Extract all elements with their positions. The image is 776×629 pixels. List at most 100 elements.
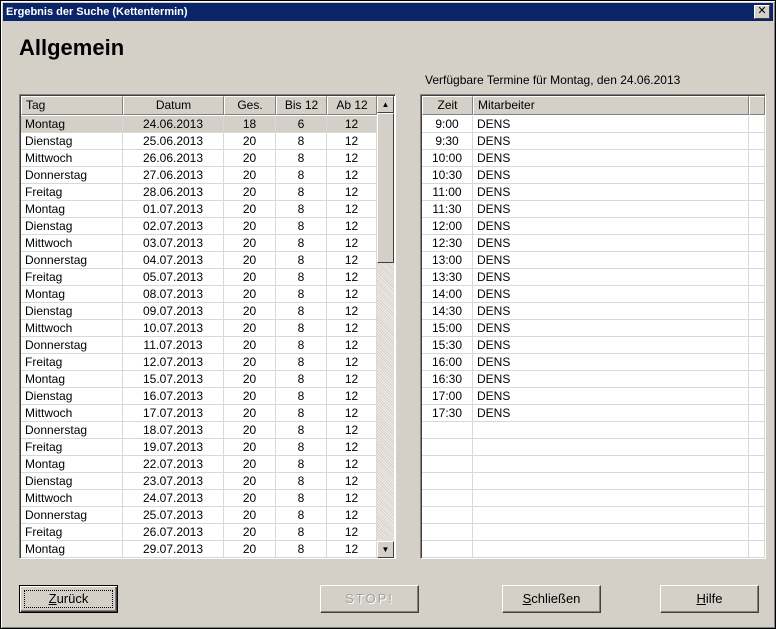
table-cell: Montag: [21, 201, 123, 218]
table-cell: 11:00: [422, 184, 473, 201]
table-row[interactable]: Freitag 19.07.2013 20 8 12: [21, 439, 377, 456]
column-header-tag[interactable]: Tag: [21, 96, 123, 115]
table-row[interactable]: Donnerstag 11.07.2013 20 8 12: [21, 337, 377, 354]
table-row[interactable]: Montag 22.07.2013 20 8 12: [21, 456, 377, 473]
days-table[interactable]: Tag Datum Ges. Bis 12 Ab 12 Montag 24.06.2013…: [19, 94, 396, 559]
table-row[interactable]: Mittwoch 10.07.2013 20 8 12: [21, 320, 377, 337]
table-cell: 17:30: [422, 405, 473, 422]
column-header-bis-12[interactable]: Bis 12: [276, 96, 327, 115]
table-row[interactable]: 11:00 DENS: [422, 184, 765, 201]
column-header-ab-12[interactable]: Ab 12: [327, 96, 377, 115]
table-row[interactable]: 17:00 DENS: [422, 388, 765, 405]
table-row[interactable]: 16:00 DENS: [422, 354, 765, 371]
table-cell: Donnerstag: [21, 337, 123, 354]
table-row[interactable]: Dienstag 02.07.2013 20 8 12: [21, 218, 377, 235]
column-header-ges[interactable]: Ges.: [224, 96, 276, 115]
table-cell: 17.07.2013: [123, 405, 224, 422]
table-row[interactable]: 13:00 DENS: [422, 252, 765, 269]
table-row[interactable]: Mittwoch 24.07.2013 20 8 12: [21, 490, 377, 507]
table-cell: 8: [276, 473, 327, 490]
table-cell: [473, 422, 749, 439]
table-row[interactable]: 10:00 DENS: [422, 150, 765, 167]
table-row[interactable]: Mittwoch 26.06.2013 20 8 12: [21, 150, 377, 167]
table-cell: 8: [276, 133, 327, 150]
table-row[interactable]: 14:30 DENS: [422, 303, 765, 320]
table-row[interactable]: Montag 15.07.2013 20 8 12: [21, 371, 377, 388]
table-row[interactable]: Mittwoch 03.07.2013 20 8 12: [21, 235, 377, 252]
table-row[interactable]: 16:30 DENS: [422, 371, 765, 388]
table-row[interactable]: Freitag 05.07.2013 20 8 12: [21, 269, 377, 286]
table-row[interactable]: 17:30 DENS: [422, 405, 765, 422]
table-cell: [422, 456, 473, 473]
table-row[interactable]: Dienstag 25.06.2013 20 8 12: [21, 133, 377, 150]
scroll-up-button[interactable]: ▲: [377, 96, 394, 113]
table-row[interactable]: 11:30 DENS: [422, 201, 765, 218]
table-cell: 12: [327, 422, 377, 439]
column-header-zeit[interactable]: Zeit: [422, 96, 473, 115]
table-row[interactable]: Dienstag 09.07.2013 20 8 12: [21, 303, 377, 320]
table-cell: 20: [224, 167, 276, 184]
table-row[interactable]: Montag 08.07.2013 20 8 12: [21, 286, 377, 303]
table-row[interactable]: 10:30 DENS: [422, 167, 765, 184]
table-cell: DENS: [473, 354, 749, 371]
table-row[interactable]: 15:30 DENS: [422, 337, 765, 354]
table-cell: 8: [276, 320, 327, 337]
table-cell: 20: [224, 269, 276, 286]
stop-button[interactable]: STOP!: [320, 585, 419, 613]
table-row[interactable]: Freitag 12.07.2013 20 8 12: [21, 354, 377, 371]
table-cell: Montag: [21, 541, 123, 558]
arrow-up-icon: ▲: [381, 100, 390, 109]
table-row[interactable]: 12:30 DENS: [422, 235, 765, 252]
table-cell: DENS: [473, 167, 749, 184]
table-row[interactable]: 13:30 DENS: [422, 269, 765, 286]
scroll-thumb[interactable]: [377, 113, 394, 263]
table-cell: [749, 371, 765, 388]
table-cell: [749, 439, 765, 456]
table-cell: [473, 524, 749, 541]
table-row[interactable]: Donnerstag 04.07.2013 20 8 12: [21, 252, 377, 269]
table-row[interactable]: Donnerstag 25.07.2013 20 8 12: [21, 507, 377, 524]
table-row[interactable]: 15:00 DENS: [422, 320, 765, 337]
table-row[interactable]: 9:30 DENS: [422, 133, 765, 150]
days-table-scrollbar[interactable]: ▲ ▼: [377, 96, 394, 558]
table-cell: 29.07.2013: [123, 541, 224, 558]
table-cell: 25.07.2013: [123, 507, 224, 524]
close-button[interactable]: Schließen: [502, 585, 601, 613]
table-cell: 12: [327, 405, 377, 422]
close-window-button[interactable]: ✕: [754, 5, 770, 19]
table-cell: [749, 405, 765, 422]
table-row[interactable]: 14:00 DENS: [422, 286, 765, 303]
table-row[interactable]: Donnerstag 18.07.2013 20 8 12: [21, 422, 377, 439]
table-cell: 12: [327, 388, 377, 405]
column-header-mitarbeiter[interactable]: Mitarbeiter: [473, 96, 749, 115]
table-cell: [473, 490, 749, 507]
column-header-datum[interactable]: Datum: [123, 96, 224, 115]
table-row[interactable]: Montag 01.07.2013 20 8 12: [21, 201, 377, 218]
table-cell: 20: [224, 150, 276, 167]
table-cell: 8: [276, 507, 327, 524]
table-cell: 9:00: [422, 116, 473, 133]
table-cell: [749, 490, 765, 507]
table-row[interactable]: Donnerstag 27.06.2013 20 8 12: [21, 167, 377, 184]
table-row[interactable]: Montag 29.07.2013 20 8 12: [21, 541, 377, 558]
table-cell: [749, 354, 765, 371]
table-row[interactable]: Dienstag 16.07.2013 20 8 12: [21, 388, 377, 405]
table-cell: 20: [224, 422, 276, 439]
table-cell: [749, 201, 765, 218]
table-cell: 12: [327, 269, 377, 286]
table-row[interactable]: Montag 24.06.2013 18 6 12: [21, 116, 377, 133]
table-cell: 15:00: [422, 320, 473, 337]
table-row[interactable]: Freitag 26.07.2013 20 8 12: [21, 524, 377, 541]
table-row[interactable]: 12:00 DENS: [422, 218, 765, 235]
table-row[interactable]: 9:00 DENS: [422, 116, 765, 133]
help-button[interactable]: Hilfe: [660, 585, 759, 613]
back-button[interactable]: Zurück: [19, 585, 118, 613]
table-cell: 12: [327, 252, 377, 269]
table-cell: 25.06.2013: [123, 133, 224, 150]
table-row[interactable]: Mittwoch 17.07.2013 20 8 12: [21, 405, 377, 422]
table-row[interactable]: Dienstag 23.07.2013 20 8 12: [21, 473, 377, 490]
slots-table[interactable]: Zeit Mitarbeiter 9:00 DENS 9:30 DENS 10:00 DEN…: [420, 94, 766, 559]
table-cell: Donnerstag: [21, 252, 123, 269]
table-row[interactable]: Freitag 28.06.2013 20 8 12: [21, 184, 377, 201]
scroll-down-button[interactable]: ▼: [377, 541, 394, 558]
